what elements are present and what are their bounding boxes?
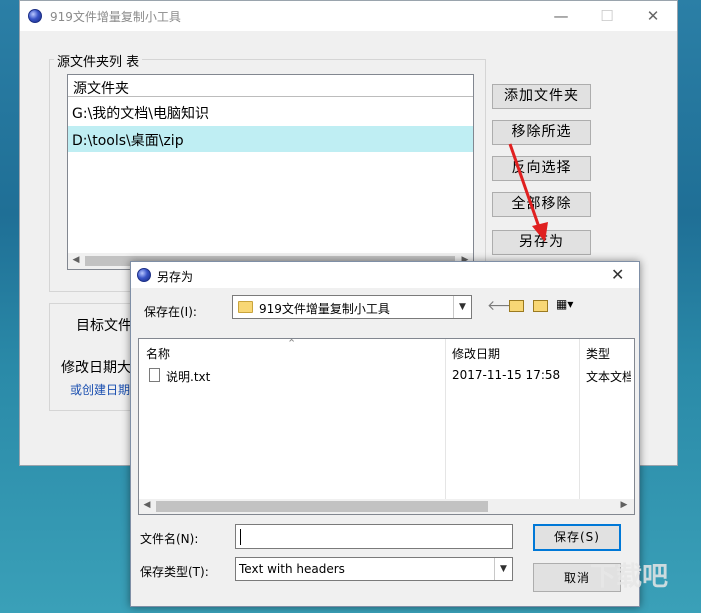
list-item-selected[interactable]: D:\tools\桌面\zip [68, 126, 473, 152]
file-name: 说明.txt [166, 370, 211, 384]
list-item[interactable]: G:\我的文档\电脑知识 [68, 99, 473, 125]
column-header-source: 源文件夹 [73, 81, 129, 97]
sort-up-icon: ⌃ [287, 337, 297, 350]
dialog-title-bar[interactable]: 另存为 ✕ [131, 262, 639, 288]
column-header-type[interactable]: 类型 [586, 345, 634, 362]
text-file-icon [149, 368, 160, 382]
list-item-text: D:\tools\桌面\zip [72, 133, 184, 149]
list-header[interactable]: 源文件夹 [68, 75, 473, 97]
column-header-name[interactable]: 名称 [146, 345, 170, 362]
new-folder-icon[interactable] [533, 300, 548, 312]
column-header-date[interactable]: 修改日期 [452, 345, 500, 362]
modified-date-label: 修改日期大 [61, 360, 131, 376]
view-menu-icon[interactable]: ▦▾ [556, 297, 573, 311]
window-title: 919文件增量复制小工具 [50, 10, 181, 24]
created-date-label: 或创建日期 [70, 383, 131, 397]
watermark-logo: 下载吧 [590, 562, 669, 592]
chevron-down-icon[interactable]: ▼ [494, 558, 512, 580]
file-date: 2017-11-15 17:58 [452, 368, 561, 382]
app-icon [28, 9, 42, 23]
save-as-dialog: 另存为 ✕ 保存在(I): 919文件增量复制小工具 ▼ 🡐 ▦▾ 名称 ⌃ 修… [130, 261, 640, 607]
chevron-down-icon[interactable]: ▼ [453, 296, 471, 318]
list-item-text: G:\我的文档\电脑知识 [72, 106, 209, 122]
save-in-value: 919文件增量复制小工具 [259, 302, 390, 316]
filetype-combo[interactable]: Text with headers ▼ [235, 557, 513, 581]
target-folder-label: 目标文件 [76, 318, 132, 334]
column-separator[interactable] [579, 339, 580, 499]
dialog-title: 另存为 [157, 270, 194, 284]
scroll-left-arrow[interactable]: ◀ [69, 255, 83, 265]
scroll-right-arrow[interactable]: ▶ [617, 500, 631, 510]
file-list[interactable]: 名称 ⌃ 修改日期 类型 说明.txt 2017-11-15 17:58 文本文… [138, 337, 635, 515]
save-in-label: 保存在(I): [144, 305, 197, 319]
folder-icon [238, 301, 253, 313]
file-type: 文本文档 [586, 370, 631, 384]
filetype-label: 保存类型(T): [140, 565, 209, 579]
source-folder-list[interactable]: 源文件夹 G:\我的文档\电脑知识 D:\tools\桌面\zip ◀ ▶ [67, 74, 474, 270]
column-separator[interactable] [445, 339, 446, 499]
text-caret [240, 529, 241, 545]
file-row[interactable]: 说明.txt 2017-11-15 17:58 文本文档 [145, 365, 631, 385]
dialog-close-button[interactable]: ✕ [611, 265, 624, 284]
minimize-button[interactable]: — [538, 1, 584, 31]
filename-label: 文件名(N): [140, 532, 199, 546]
annotation-arrow [508, 143, 548, 242]
scroll-left-arrow[interactable]: ◀ [140, 500, 154, 510]
source-group-legend: 源文件夹列 表 [54, 51, 143, 70]
title-bar[interactable]: 919文件增量复制小工具 — ☐ ✕ [20, 1, 677, 31]
file-list-scrollbar[interactable]: ◀ ▶ [139, 499, 634, 514]
scroll-thumb[interactable] [156, 501, 488, 512]
maximize-button[interactable]: ☐ [584, 1, 630, 31]
up-folder-icon[interactable] [509, 300, 524, 312]
add-folder-button[interactable]: 添加文件夹 [492, 84, 591, 109]
save-in-combo[interactable]: 919文件增量复制小工具 ▼ [232, 295, 472, 319]
filename-input[interactable] [235, 524, 513, 549]
save-button[interactable]: 保存(S) [533, 524, 621, 551]
filetype-value: Text with headers [239, 562, 345, 576]
close-button[interactable]: ✕ [630, 1, 676, 31]
dialog-app-icon [137, 268, 151, 282]
